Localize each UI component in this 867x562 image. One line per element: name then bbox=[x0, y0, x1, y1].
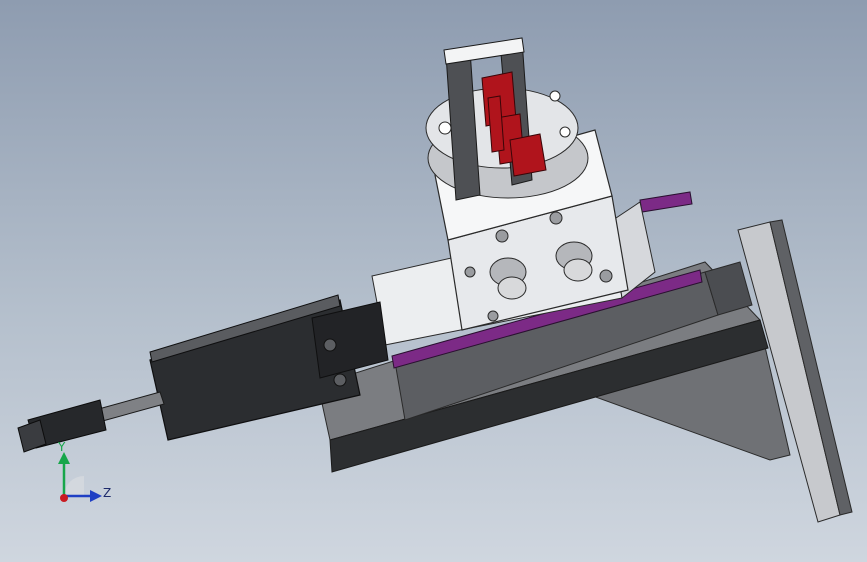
axis-triad bbox=[58, 452, 102, 502]
cad-viewport[interactable]: Y Z bbox=[0, 0, 867, 562]
linear-rail-back bbox=[639, 191, 693, 213]
z-axis-label: Z bbox=[103, 486, 112, 500]
y-axis-label: Y bbox=[58, 440, 66, 454]
z-axis-arrow bbox=[90, 490, 102, 502]
x-axis-dot bbox=[60, 494, 68, 502]
piston-rod bbox=[94, 391, 165, 423]
model-scene[interactable] bbox=[0, 0, 867, 562]
triad-arc bbox=[64, 476, 84, 496]
